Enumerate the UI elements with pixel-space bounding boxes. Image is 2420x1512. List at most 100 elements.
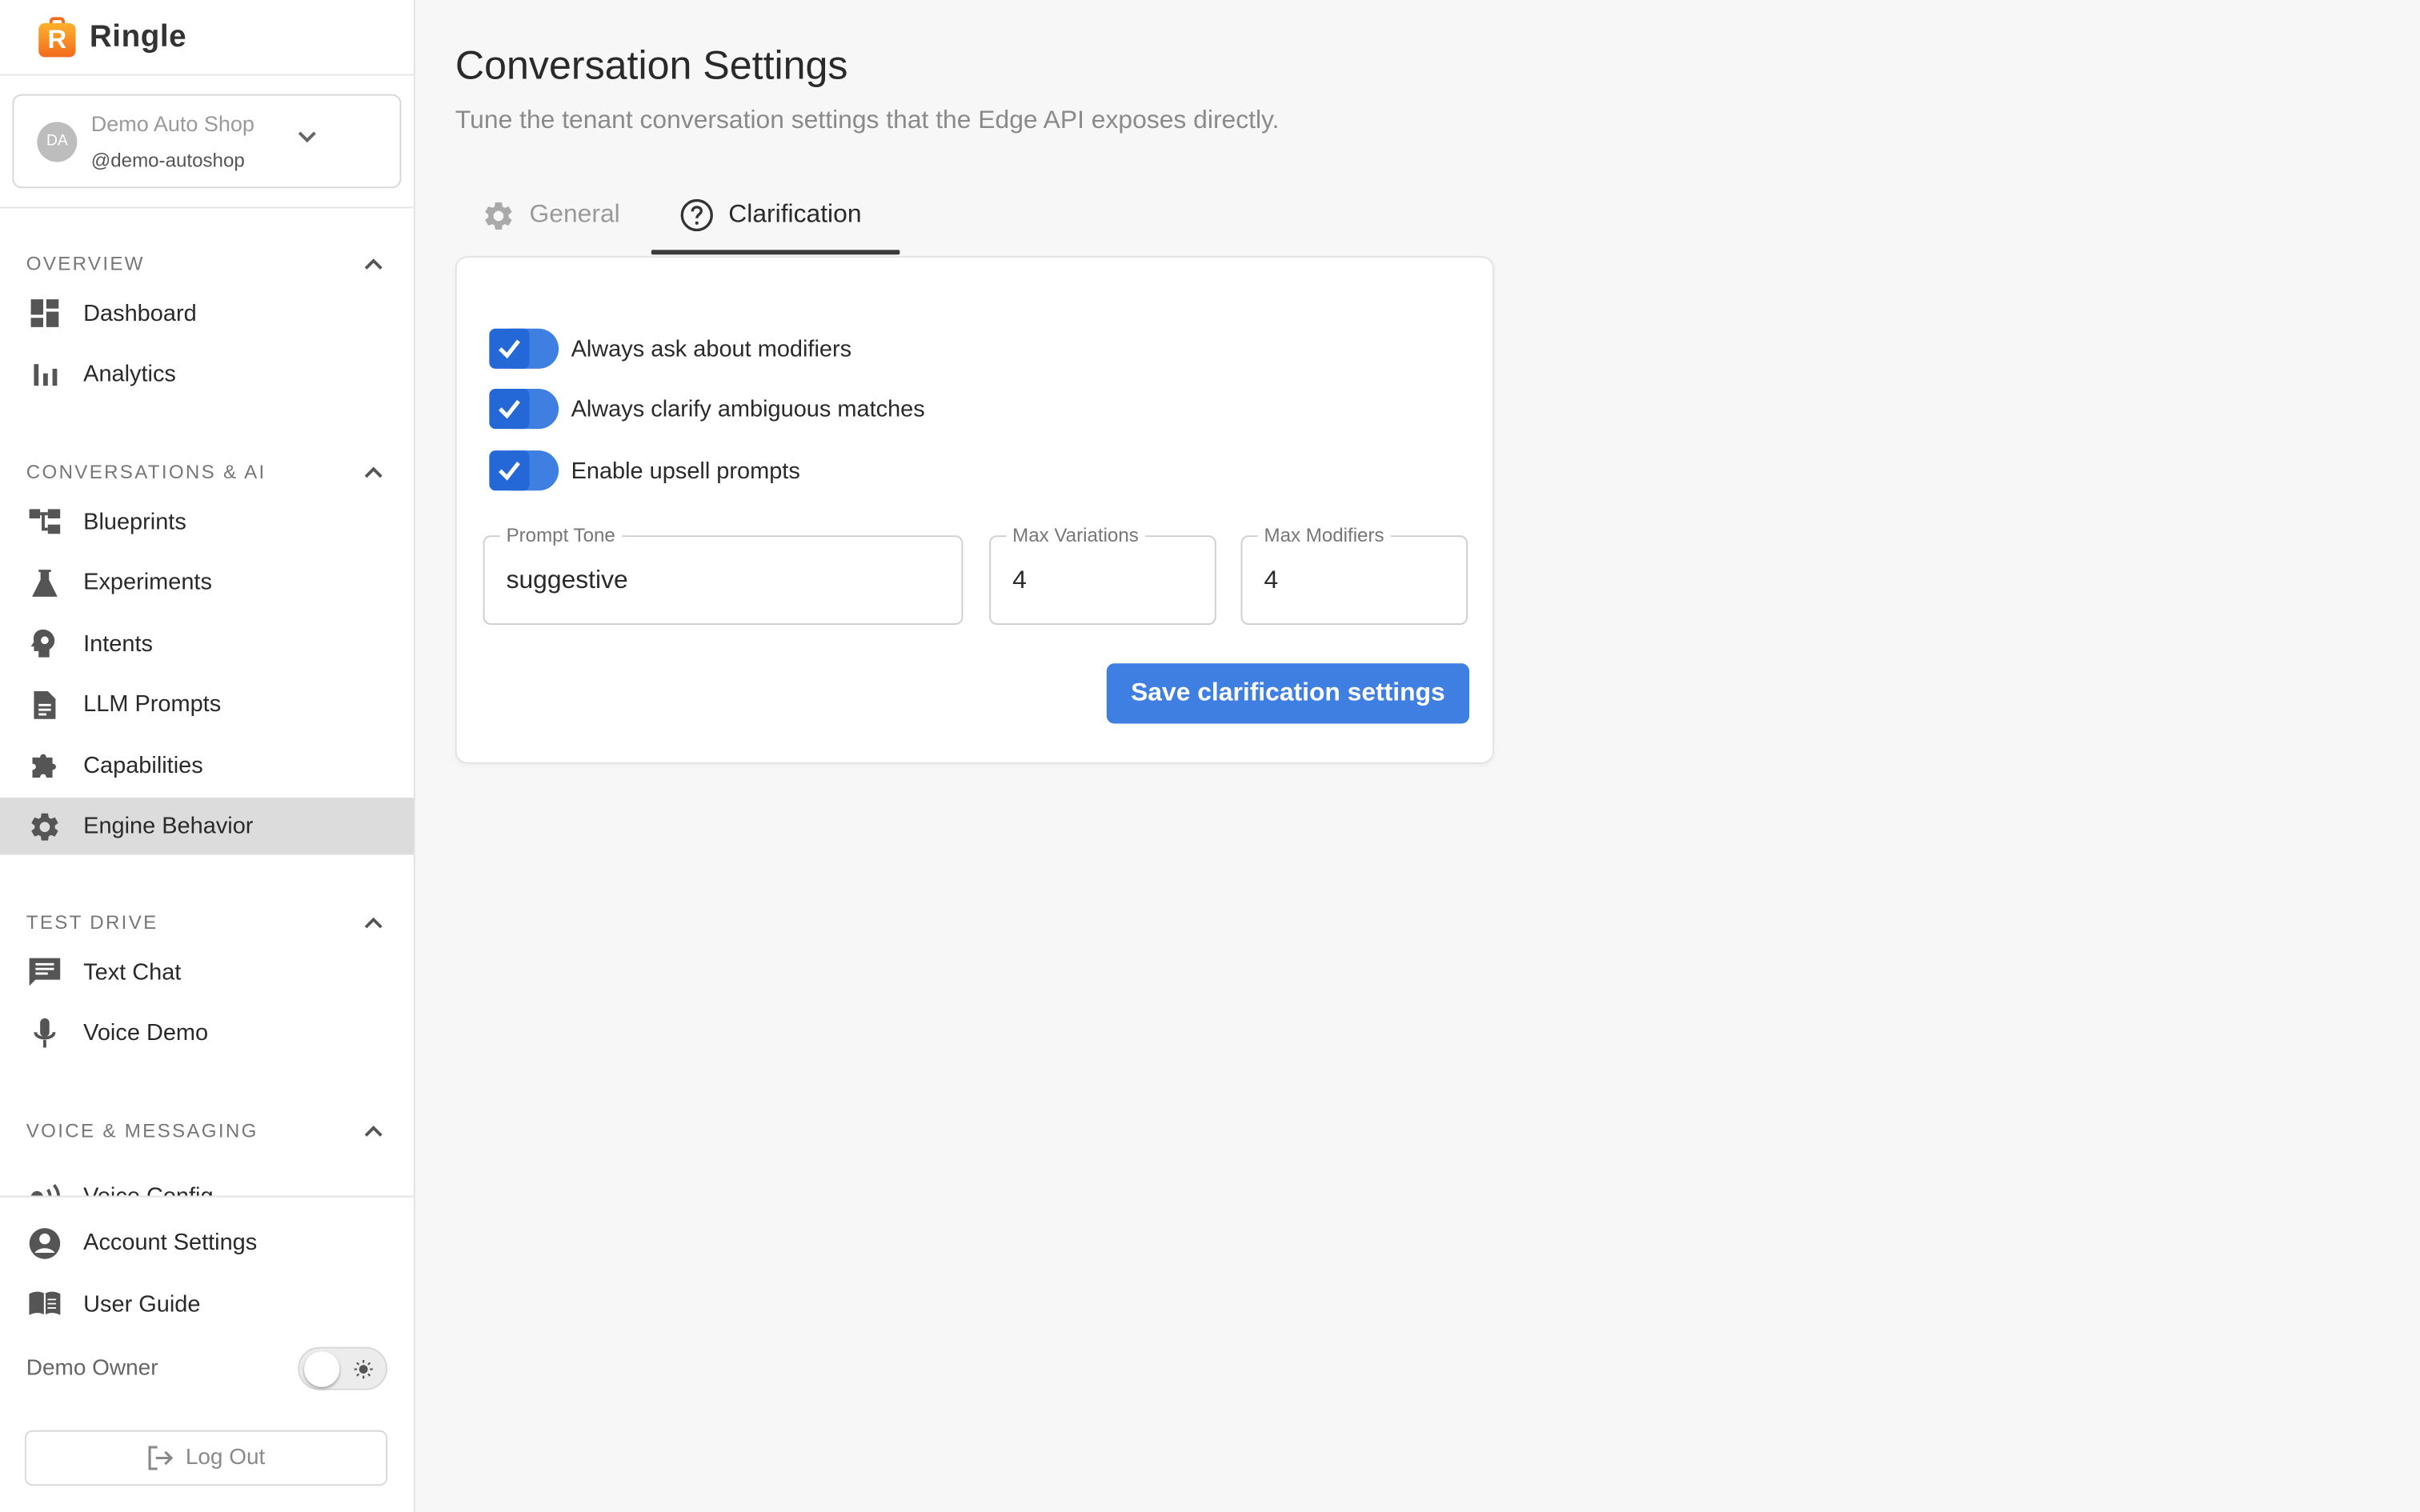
- field-value: 4: [1264, 566, 1279, 594]
- sidebar-item-llm-prompts[interactable]: LLM Prompts: [0, 676, 414, 733]
- gear-icon: [28, 810, 62, 843]
- field-label: Max Modifiers: [1257, 522, 1391, 548]
- toggle-switch[interactable]: [489, 449, 559, 492]
- sidebar-item-label: Engine Behavior: [83, 813, 254, 840]
- user-guide-label: User Guide: [83, 1290, 201, 1318]
- checkmark-icon: [499, 462, 520, 481]
- tenant-name: Demo Auto Shop: [90, 110, 254, 135]
- sidebar-item-label: Text Chat: [83, 958, 182, 986]
- prompt-tone-field[interactable]: Prompt Tone suggestive: [483, 522, 964, 626]
- active-tab-indicator: [651, 250, 900, 255]
- gear-icon: [482, 198, 515, 232]
- app-name: Ringle: [89, 19, 187, 54]
- section-label: VOICE & MESSAGING: [26, 1120, 258, 1142]
- sidebar-item-dashboard[interactable]: Dashboard: [0, 285, 414, 342]
- owner-name: Demo Owner: [26, 1355, 158, 1381]
- chevron-up-icon: [364, 466, 383, 478]
- sidebar-item-blueprints[interactable]: Blueprints: [0, 493, 414, 550]
- max-variations-field[interactable]: Max Variations 4: [989, 522, 1216, 626]
- brain-head-icon: [28, 626, 62, 660]
- sidebar: R Ringle DA Demo Auto Shop @demo-autosho…: [0, 0, 415, 1512]
- sidebar-item-analytics[interactable]: Analytics: [0, 346, 414, 402]
- chevron-up-icon: [364, 917, 383, 929]
- toggle-switch[interactable]: [489, 387, 559, 430]
- section-label: CONVERSATIONS & AI: [26, 461, 266, 483]
- sidebar-item-label: Experiments: [83, 569, 212, 596]
- max-modifiers-field[interactable]: Max Modifiers 4: [1240, 522, 1468, 626]
- toggle-row-ask-modifiers: Always ask about modifiers: [489, 327, 851, 370]
- toggle-knob: [303, 1350, 340, 1386]
- tab-clarification[interactable]: Clarification: [679, 174, 862, 256]
- help-circle-icon: [679, 198, 715, 233]
- book-open-icon: [28, 1286, 62, 1320]
- chevron-up-icon: [364, 1126, 383, 1137]
- section-header-test-drive[interactable]: TEST DRIVE: [0, 906, 414, 939]
- tab-general[interactable]: General: [482, 174, 620, 256]
- clarification-settings-card: Always ask about modifiers Always clarif…: [455, 256, 1494, 764]
- field-label: Prompt Tone: [499, 522, 622, 548]
- brand-header[interactable]: R Ringle: [0, 0, 414, 76]
- voice-waves-icon: [28, 1179, 62, 1196]
- page-subtitle: Tune the tenant conversation settings th…: [455, 106, 1280, 134]
- sidebar-item-text-chat[interactable]: Text Chat: [0, 943, 414, 1000]
- sidebar-item-experiments[interactable]: Experiments: [0, 554, 414, 610]
- field-value: 4: [1012, 566, 1027, 594]
- section-header-overview[interactable]: OVERVIEW: [0, 247, 414, 281]
- checkmark-icon: [499, 399, 520, 419]
- bar-chart-icon: [28, 357, 62, 390]
- section-label: TEST DRIVE: [26, 911, 158, 934]
- chevron-down-icon: [298, 131, 316, 143]
- section-header-voice-messaging[interactable]: VOICE & MESSAGING: [0, 1114, 414, 1147]
- section-test-drive: TEST DRIVE Text Chat Voice Demo: [0, 906, 414, 1062]
- user-guide-link[interactable]: User Guide: [0, 1275, 414, 1332]
- section-header-conversations-ai[interactable]: CONVERSATIONS & AI: [0, 455, 414, 489]
- sidebar-item-label: LLM Prompts: [83, 690, 222, 718]
- document-icon: [28, 687, 62, 721]
- toggle-label: Enable upsell prompts: [571, 457, 800, 484]
- field-label: Max Variations: [1006, 522, 1145, 548]
- tenant-switcher[interactable]: DA Demo Auto Shop @demo-autoshop: [12, 94, 402, 189]
- chevron-up-icon: [364, 258, 383, 270]
- logout-icon: [147, 1445, 175, 1470]
- toggle-switch[interactable]: [489, 327, 559, 370]
- sidebar-item-engine-behavior[interactable]: Engine Behavior: [0, 798, 414, 855]
- sidebar-item-voice-demo[interactable]: Voice Demo: [0, 1004, 414, 1061]
- account-settings-link[interactable]: Account Settings: [0, 1214, 414, 1271]
- sidebar-item-capabilities[interactable]: Capabilities: [0, 737, 414, 794]
- logout-button[interactable]: Log Out: [24, 1429, 388, 1486]
- sidebar-item-voice-config[interactable]: Voice Config: [0, 1168, 414, 1196]
- section-overview: OVERVIEW Dashboard Analytics: [0, 247, 414, 403]
- settings-tabs: General Clarification: [455, 174, 1504, 256]
- sidebar-item-label: Voice Demo: [83, 1019, 209, 1046]
- sidebar-item-label: Dashboard: [83, 300, 197, 326]
- account-settings-label: Account Settings: [83, 1230, 258, 1256]
- sidebar-item-label: Capabilities: [83, 752, 203, 778]
- sidebar-footer: Account Settings User Guide Demo Owner L…: [0, 1195, 414, 1512]
- owner-row: Demo Owner: [0, 1345, 414, 1391]
- tenant-avatar: DA: [37, 121, 78, 162]
- theme-toggle[interactable]: [298, 1346, 388, 1390]
- sidebar-item-intents[interactable]: Intents: [0, 615, 414, 672]
- checkmark-icon: [499, 339, 520, 359]
- puzzle-icon: [28, 748, 62, 782]
- field-value: suggestive: [506, 566, 628, 594]
- sun-icon: [354, 1359, 373, 1378]
- chat-icon: [28, 955, 62, 989]
- logout-label: Log Out: [185, 1445, 266, 1470]
- section-voice-messaging: VOICE & MESSAGING Voice Config: [0, 1114, 414, 1196]
- ringle-logo-icon: R: [37, 17, 77, 58]
- tab-label: Clarification: [728, 200, 862, 229]
- tenant-handle: @demo-autoshop: [90, 149, 245, 171]
- account-circle-icon: [28, 1226, 62, 1259]
- section-label: OVERVIEW: [26, 253, 145, 275]
- toggle-label: Always ask about modifiers: [571, 335, 852, 362]
- page-title: Conversation Settings: [455, 42, 848, 88]
- sidebar-item-label: Voice Config: [83, 1183, 213, 1195]
- toggle-row-upsell: Enable upsell prompts: [489, 449, 800, 492]
- sidebar-item-label: Blueprints: [83, 508, 186, 535]
- section-conversations-ai: CONVERSATIONS & AI Blueprints Experiment…: [0, 455, 414, 855]
- toggle-label: Always clarify ambiguous matches: [571, 395, 925, 422]
- save-clarification-button[interactable]: Save clarification settings: [1106, 663, 1469, 724]
- tab-label: General: [529, 200, 620, 229]
- microphone-icon: [28, 1016, 62, 1050]
